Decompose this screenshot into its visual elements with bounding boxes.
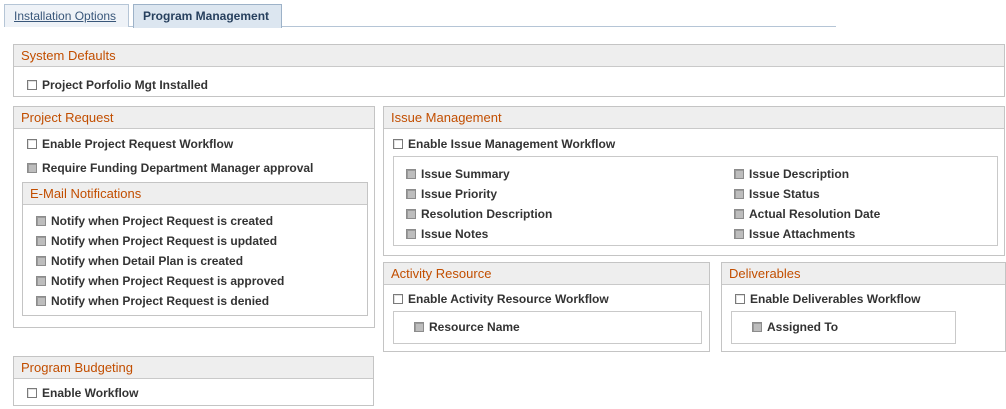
portfolio-installed-row[interactable]: Project Porfolio Mgt Installed [27,78,208,94]
notify-approved-label: Notify when Project Request is approved [51,274,285,288]
notify-detail-plan-row: Notify when Detail Plan is created [36,254,243,270]
notify-approved-row: Notify when Project Request is approved [36,274,284,290]
assigned-to-row: Assigned To [752,320,838,336]
project-request-group: Project Request Enable Project Request W… [13,106,375,328]
issue-notes-checkbox [406,229,416,239]
notify-denied-checkbox [36,296,46,306]
notify-denied-label: Notify when Project Request is denied [51,294,270,308]
activity-resource-group: Activity Resource Enable Activity Resour… [383,262,710,352]
resolution-description-row: Resolution Description [406,207,552,223]
issue-description-checkbox [734,169,744,179]
enable-issue-workflow-checkbox[interactable] [393,139,403,149]
notify-created-label: Notify when Project Request is created [51,214,274,228]
activity-resource-title: Activity Resource [384,263,709,285]
resolution-description-label: Resolution Description [421,207,553,221]
issue-management-group: Issue Management Enable Issue Management… [383,106,1005,256]
enable-activity-resource-workflow-row[interactable]: Enable Activity Resource Workflow [393,292,609,308]
tab-installation-options[interactable]: Installation Options [4,4,129,27]
require-funding-approval-checkbox [27,163,37,173]
system-defaults-title: System Defaults [14,45,1004,67]
issue-summary-label: Issue Summary [421,167,510,181]
notify-updated-checkbox [36,236,46,246]
resolution-description-checkbox [406,209,416,219]
issue-attachments-label: Issue Attachments [749,227,856,241]
actual-resolution-date-label: Actual Resolution Date [749,207,881,221]
program-budgeting-title: Program Budgeting [14,357,373,379]
issue-status-row: Issue Status [734,187,820,203]
email-notifications-title: E-Mail Notifications [23,183,367,205]
enable-budgeting-workflow-checkbox[interactable] [27,388,37,398]
notify-approved-checkbox [36,276,46,286]
issue-notes-row: Issue Notes [406,227,488,243]
enable-project-request-workflow-checkbox[interactable] [27,139,37,149]
enable-project-request-workflow-row[interactable]: Enable Project Request Workflow [27,137,233,153]
issue-summary-row: Issue Summary [406,167,510,183]
issue-priority-checkbox [406,189,416,199]
enable-project-request-workflow-label: Enable Project Request Workflow [42,137,234,151]
notify-denied-row: Notify when Project Request is denied [36,294,269,310]
enable-deliverables-workflow-label: Enable Deliverables Workflow [750,292,921,306]
enable-issue-workflow-label: Enable Issue Management Workflow [408,137,616,151]
enable-deliverables-workflow-checkbox[interactable] [735,294,745,304]
require-funding-approval-label: Require Funding Department Manager appro… [42,161,314,175]
issue-management-title: Issue Management [384,107,1004,129]
program-budgeting-group: Program Budgeting Enable Workflow [13,356,374,406]
notify-created-checkbox [36,216,46,226]
issue-fields-panel: Issue Summary Issue Priority Resolution … [393,156,998,246]
issue-summary-checkbox [406,169,416,179]
resource-name-label: Resource Name [429,320,520,334]
deliverables-group: Deliverables Enable Deliverables Workflo… [721,262,1006,352]
portfolio-installed-label: Project Porfolio Mgt Installed [42,78,209,92]
issue-priority-label: Issue Priority [421,187,498,201]
project-request-title: Project Request [14,107,374,129]
assigned-to-label: Assigned To [767,320,839,334]
issue-attachments-checkbox [734,229,744,239]
notify-detail-plan-label: Notify when Detail Plan is created [51,254,244,268]
deliverables-title: Deliverables [722,263,1005,285]
resource-name-checkbox [414,322,424,332]
actual-resolution-date-checkbox [734,209,744,219]
issue-description-row: Issue Description [734,167,849,183]
email-notifications-group: E-Mail Notifications Notify when Project… [22,182,368,316]
assigned-to-checkbox [752,322,762,332]
enable-activity-resource-workflow-label: Enable Activity Resource Workflow [408,292,609,306]
actual-resolution-date-row: Actual Resolution Date [734,207,880,223]
notify-updated-row: Notify when Project Request is updated [36,234,277,250]
issue-status-label: Issue Status [749,187,820,201]
notify-detail-plan-checkbox [36,256,46,266]
issue-priority-row: Issue Priority [406,187,497,203]
resource-name-panel: Resource Name [393,311,702,344]
portfolio-installed-checkbox[interactable] [27,80,37,90]
enable-budgeting-workflow-row[interactable]: Enable Workflow [27,386,138,402]
require-funding-approval-row: Require Funding Department Manager appro… [27,161,313,177]
enable-deliverables-workflow-row[interactable]: Enable Deliverables Workflow [735,292,921,308]
enable-issue-workflow-row[interactable]: Enable Issue Management Workflow [393,137,615,153]
notify-created-row: Notify when Project Request is created [36,214,273,230]
assigned-to-panel: Assigned To [731,311,956,344]
enable-budgeting-workflow-label: Enable Workflow [42,386,139,400]
issue-description-label: Issue Description [749,167,850,181]
resource-name-row: Resource Name [414,320,520,336]
issue-attachments-row: Issue Attachments [734,227,855,243]
system-defaults-group: System Defaults Project Porfolio Mgt Ins… [13,44,1005,97]
notify-updated-label: Notify when Project Request is updated [51,234,278,248]
tab-program-management[interactable]: Program Management [133,4,282,28]
issue-status-checkbox [734,189,744,199]
enable-activity-resource-workflow-checkbox[interactable] [393,294,403,304]
issue-notes-label: Issue Notes [421,227,489,241]
